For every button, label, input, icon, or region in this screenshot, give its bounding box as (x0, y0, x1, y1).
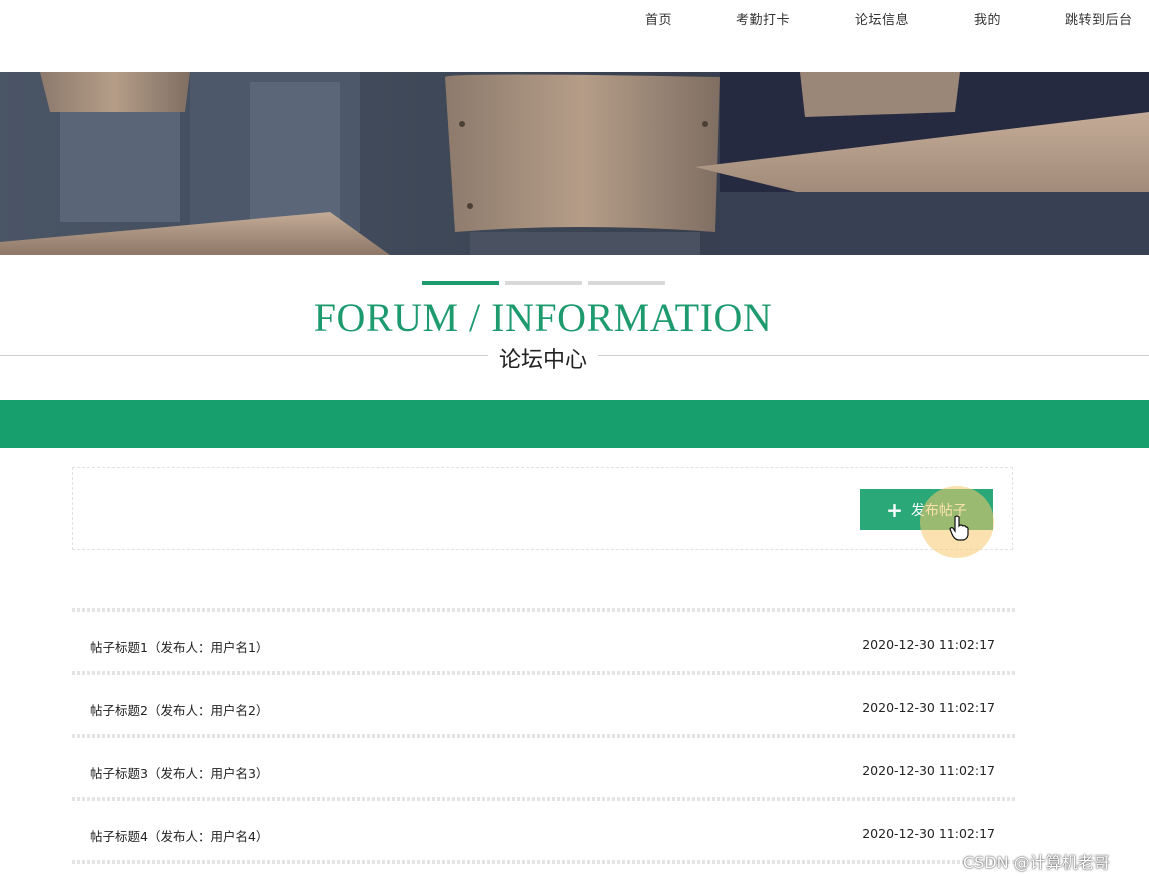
section-title-cn: 论坛中心 (492, 342, 594, 374)
post-row[interactable]: 帖子标题3（发布人：用户名3） 2020-12-30 11:02:17 (72, 738, 1015, 797)
post-list: 帖子标题1（发布人：用户名1） 2020-12-30 11:02:17 帖子标题… (72, 608, 1015, 864)
watermark: CSDN @计算机老哥 (963, 853, 1110, 872)
divider-line-right (598, 355, 1149, 356)
nav-item-backend[interactable]: 跳转到后台 (1065, 9, 1133, 28)
post-title[interactable]: 帖子标题1（发布人：用户名1） (90, 637, 268, 656)
divider-line-left (0, 355, 488, 356)
post-title[interactable]: 帖子标题4（发布人：用户名4） (90, 826, 268, 845)
hero-banner (0, 72, 1149, 255)
green-banner-strip (0, 400, 1149, 448)
post-title[interactable]: 帖子标题3（发布人：用户名3） (90, 763, 268, 782)
post-time: 2020-12-30 11:02:17 (862, 826, 995, 841)
indicator-bar (588, 281, 665, 285)
indicator-bar (505, 281, 582, 285)
post-time: 2020-12-30 11:02:17 (862, 763, 995, 778)
hand-cursor-icon (949, 515, 969, 541)
plus-icon: + (886, 497, 903, 522)
post-title[interactable]: 帖子标题2（发布人：用户名2） (90, 700, 268, 719)
nav-item-home[interactable]: 首页 (645, 9, 672, 28)
nav-item-forum[interactable]: 论坛信息 (855, 9, 909, 28)
publish-post-button[interactable]: + 发布帖子 (860, 489, 993, 530)
nav-item-mine[interactable]: 我的 (974, 9, 1001, 28)
post-row[interactable]: 帖子标题4（发布人：用户名4） 2020-12-30 11:02:17 (72, 801, 1015, 860)
post-time: 2020-12-30 11:02:17 (862, 700, 995, 715)
post-row[interactable]: 帖子标题1（发布人：用户名1） 2020-12-30 11:02:17 (72, 612, 1015, 671)
nav-item-attendance[interactable]: 考勤打卡 (736, 9, 790, 28)
indicator-bar-active (422, 281, 499, 285)
row-divider (72, 860, 1015, 864)
post-time: 2020-12-30 11:02:17 (862, 637, 995, 652)
classroom-banner-image (0, 72, 1149, 255)
section-title-en: FORUM / INFORMATION (313, 295, 773, 340)
post-row[interactable]: 帖子标题2（发布人：用户名2） 2020-12-30 11:02:17 (72, 675, 1015, 734)
top-nav: 首页 考勤打卡 论坛信息 我的 跳转到后台 (0, 0, 1149, 72)
